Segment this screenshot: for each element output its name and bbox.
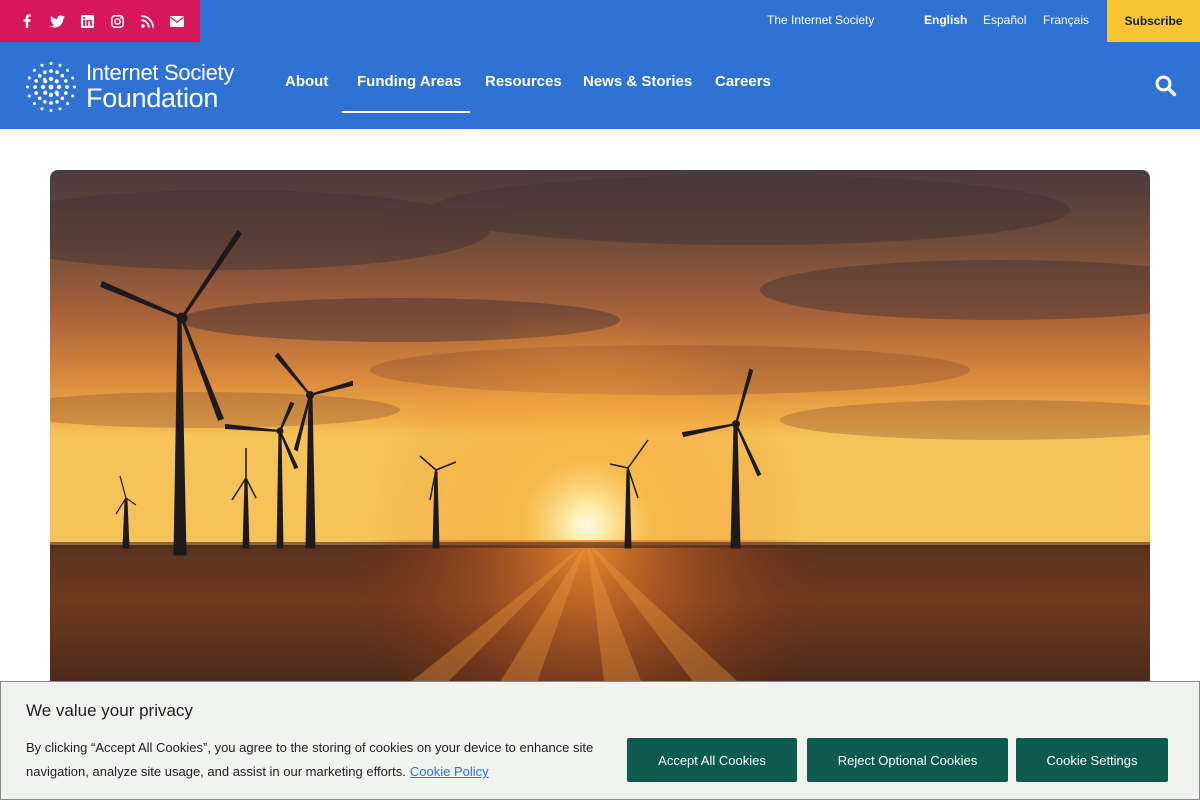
accept-all-cookies-button[interactable]: Accept All Cookies: [627, 738, 797, 782]
utility-bar: The Internet Society English Español Fra…: [0, 0, 1200, 42]
nav-item-about[interactable]: About: [285, 73, 328, 90]
nav-item-news-stories[interactable]: News & Stories: [583, 73, 692, 90]
logo-wordmark: Internet Society Foundation: [86, 62, 234, 112]
cookie-description: By clicking “Accept All Cookies”, you ag…: [26, 740, 594, 779]
twitter-icon[interactable]: [42, 0, 72, 42]
cookie-consent-banner: We value your privacy By clicking “Accep…: [0, 681, 1200, 800]
instagram-icon[interactable]: [102, 0, 132, 42]
cookie-policy-link[interactable]: Cookie Policy: [410, 764, 489, 779]
language-espanol[interactable]: Español: [983, 13, 1026, 27]
cookie-banner-title: We value your privacy: [26, 701, 193, 720]
email-icon[interactable]: [162, 0, 192, 42]
hero-image: [50, 170, 1150, 730]
rss-icon[interactable]: [132, 0, 162, 42]
nav-item-resources[interactable]: Resources: [485, 73, 562, 90]
main-navigation: Internet Society Foundation About Fundin…: [0, 42, 1200, 129]
logo-line-1: Internet Society: [86, 60, 235, 85]
language-francais[interactable]: Français: [1043, 13, 1089, 27]
cookie-settings-button[interactable]: Cookie Settings: [1016, 738, 1168, 782]
facebook-icon[interactable]: [12, 0, 42, 42]
linkedin-icon[interactable]: [72, 0, 102, 42]
social-links: [0, 0, 200, 42]
nav-item-careers[interactable]: Careers: [715, 73, 771, 90]
site-logo[interactable]: Internet Society Foundation: [24, 59, 244, 115]
org-link[interactable]: The Internet Society: [767, 13, 874, 27]
subscribe-button[interactable]: Subscribe: [1107, 0, 1200, 42]
search-icon[interactable]: [1154, 74, 1178, 98]
language-english[interactable]: English: [924, 13, 967, 27]
nav-item-funding-areas[interactable]: Funding Areas: [357, 73, 461, 90]
active-nav-indicator: [342, 111, 470, 113]
logo-dots-icon: [26, 62, 76, 112]
cookie-banner-text: By clicking “Accept All Cookies”, you ag…: [26, 736, 606, 784]
logo-line-2: Foundation: [86, 83, 219, 113]
reject-optional-cookies-button[interactable]: Reject Optional Cookies: [807, 738, 1008, 782]
